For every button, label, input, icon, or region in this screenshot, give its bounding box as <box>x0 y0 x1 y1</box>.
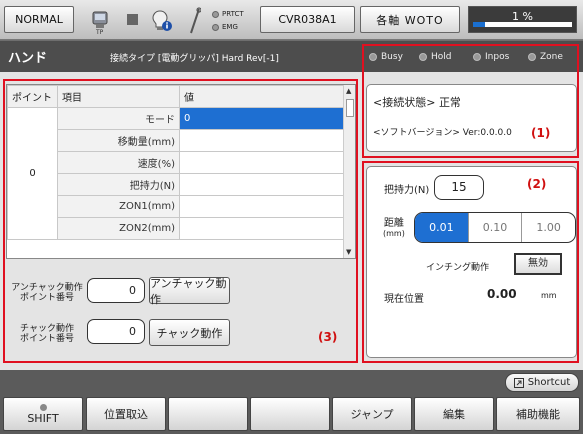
annotation-label-2: (2) <box>527 177 547 191</box>
shortcut-button[interactable]: Shortcut <box>505 373 579 392</box>
page-title: ハンド <box>8 51 48 66</box>
emg-indicator-icon <box>212 24 219 31</box>
tp-label: TP <box>96 29 104 36</box>
annotation-label-3: (3) <box>318 330 338 344</box>
prtct-indicator-icon <box>212 11 219 18</box>
mode-normal-button[interactable]: NORMAL <box>4 6 74 33</box>
shortcut-label: Shortcut <box>527 377 571 388</box>
annotation-frame-2 <box>362 161 579 363</box>
wrench-icon <box>190 7 201 34</box>
f3-key[interactable] <box>250 397 330 431</box>
emg-label: EMG <box>222 23 238 31</box>
f6-aux-function-key[interactable]: 補助機能 <box>496 397 580 431</box>
top-toolbar: NORMAL TP PRTCT EMG CVR038A1 各軸 WOTO 1 % <box>0 0 583 40</box>
lightbulb-info-icon <box>152 10 172 31</box>
annotation-frame-1 <box>362 44 579 158</box>
shift-key[interactable]: SHIFT <box>3 397 83 431</box>
stop-square-icon <box>127 14 138 25</box>
prtct-label: PRTCT <box>222 10 244 18</box>
controller-button[interactable]: CVR038A1 <box>260 6 355 33</box>
axis-mode-button[interactable]: 各軸 WOTO <box>360 6 460 33</box>
speed-fill <box>473 22 485 27</box>
f5-edit-key[interactable]: 編集 <box>414 397 494 431</box>
f2-key[interactable] <box>168 397 248 431</box>
shortcut-icon <box>513 377 524 388</box>
annotation-frame-3 <box>3 79 358 363</box>
speed-override-slider[interactable]: 1 % <box>468 6 577 33</box>
f1-position-capture-key[interactable]: 位置取込 <box>86 397 166 431</box>
shift-label: SHIFT <box>27 411 59 425</box>
f4-jump-key[interactable]: ジャンプ <box>332 397 412 431</box>
shift-indicator-icon <box>39 403 47 411</box>
teach-pendant-icon <box>92 11 108 28</box>
annotation-label-1: (1) <box>531 126 551 140</box>
speed-track <box>473 22 572 27</box>
connection-type-label: 接続タイプ [電動グリッパ] Hard Rev[-1] <box>110 54 279 64</box>
